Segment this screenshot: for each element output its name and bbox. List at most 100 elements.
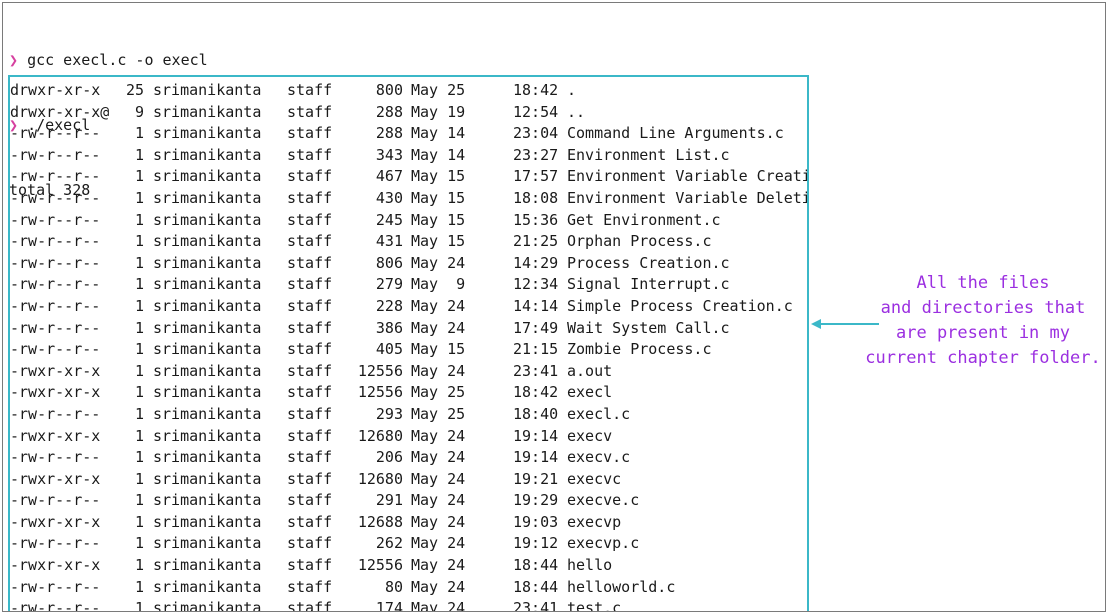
owner: srimanikanta: [153, 253, 262, 272]
group: staff: [287, 188, 333, 207]
prompt-chevron-icon: ❯: [9, 51, 19, 70]
permissions: -rw-r--r--: [10, 340, 101, 359]
link-count: 1: [134, 232, 144, 251]
modified-date: May 24: [411, 296, 466, 315]
modified-date: May 14: [411, 145, 466, 164]
listing-row: -rw-r--r-- 1 srimanikanta staff 806 May 24 14:…: [10, 253, 807, 275]
group: staff: [287, 210, 333, 229]
permissions: -rw-r--r--: [10, 188, 101, 207]
listing-row: -rw-r--r-- 1 srimanikanta staff 262 May 24 19:…: [10, 533, 807, 555]
owner: srimanikanta: [153, 577, 262, 596]
file-name: Get Environment.c: [567, 210, 721, 229]
file-name: execvc: [567, 469, 622, 488]
owner: srimanikanta: [153, 210, 262, 229]
owner: srimanikanta: [153, 599, 262, 612]
modified-date: May 14: [411, 124, 466, 143]
modified-date: May 15: [411, 232, 466, 251]
link-count: 1: [134, 296, 144, 315]
modified-time: 19:29: [513, 491, 559, 510]
listing-row: -rw-r--r-- 1 srimanikanta staff 430 May 15 18:…: [10, 188, 807, 210]
annotation-line: are present in my: [896, 323, 1070, 343]
owner: srimanikanta: [153, 448, 262, 467]
annotation-line: and directories that: [880, 298, 1086, 318]
group: staff: [287, 145, 333, 164]
permissions: -rw-r--r--: [10, 448, 101, 467]
group: staff: [287, 102, 333, 121]
modified-time: 19:03: [513, 512, 559, 531]
listing-row: -rw-r--r-- 1 srimanikanta staff 431 May 15 21:…: [10, 231, 807, 253]
modified-time: 21:15: [513, 340, 559, 359]
modified-date: May 24: [411, 491, 466, 510]
modified-date: May 15: [411, 340, 466, 359]
group: staff: [287, 448, 333, 467]
file-name: Wait System Call.c: [567, 318, 730, 337]
modified-date: May 25: [411, 383, 466, 402]
link-count: 1: [134, 167, 144, 186]
group: staff: [287, 124, 333, 143]
listing-highlight-box: drwxr-xr-x 25 srimanikanta staff 800 May 25 18…: [8, 75, 809, 612]
file-size: 806: [375, 253, 403, 272]
file-size: 293: [375, 404, 403, 423]
group: staff: [287, 491, 333, 510]
modified-date: May 24: [411, 512, 466, 531]
listing-row: -rw-r--r-- 1 srimanikanta staff 405 May 15 21:…: [10, 339, 807, 361]
listing-row: drwxr-xr-x@ 9 srimanikanta staff 288 May 19 12…: [10, 102, 807, 124]
owner: srimanikanta: [153, 232, 262, 251]
listing-row: -rwxr-xr-x 1 srimanikanta staff 12688 May 24 1…: [10, 512, 807, 534]
listing-row: -rw-r--r-- 1 srimanikanta staff 343 May 14 23:…: [10, 145, 807, 167]
modified-time: 23:41: [513, 599, 559, 612]
link-count: 1: [134, 253, 144, 272]
owner: srimanikanta: [153, 145, 262, 164]
link-count: 1: [134, 188, 144, 207]
file-name: .: [567, 81, 577, 99]
permissions: -rw-r--r--: [10, 404, 101, 423]
file-name: execl.c: [567, 404, 631, 423]
owner: srimanikanta: [153, 469, 262, 488]
file-size: 206: [375, 448, 403, 467]
link-count: 1: [134, 361, 144, 380]
modified-time: 12:34: [513, 275, 559, 294]
modified-date: May 24: [411, 556, 466, 575]
link-count: 1: [134, 577, 144, 596]
file-name: execv.c: [567, 448, 631, 467]
listing-row: drwxr-xr-x 25 srimanikanta staff 800 May 25 18…: [10, 80, 807, 102]
modified-time: 19:21: [513, 469, 559, 488]
owner: srimanikanta: [153, 556, 262, 575]
listing-row: -rw-r--r-- 1 srimanikanta staff 288 May 14 23:…: [10, 123, 807, 145]
file-name: Environment List.c: [567, 145, 730, 164]
group: staff: [287, 340, 333, 359]
file-name: Simple Process Creation.c: [567, 296, 793, 315]
group: staff: [287, 167, 333, 186]
permissions: -rw-r--r--: [10, 296, 101, 315]
owner: srimanikanta: [153, 361, 262, 380]
modified-date: May 15: [411, 167, 466, 186]
modified-date: May 15: [411, 188, 466, 207]
permissions: -rw-r--r--: [10, 167, 101, 186]
link-count: 1: [134, 145, 144, 164]
file-size: 174: [375, 599, 403, 612]
group: staff: [287, 318, 333, 337]
link-count: 1: [134, 275, 144, 294]
modified-time: 23:27: [513, 145, 559, 164]
permissions: -rwxr-xr-x: [10, 383, 101, 402]
owner: srimanikanta: [153, 124, 262, 143]
file-size: 343: [375, 145, 403, 164]
terminal-screenshot: ❯ gcc execl.c -o execl ❯ ./execl total 3…: [2, 2, 1106, 612]
permissions: -rwxr-xr-x: [10, 469, 101, 488]
link-count: 25: [125, 81, 144, 99]
owner: srimanikanta: [153, 102, 262, 121]
file-name: Environment Variable Deletion.c: [567, 188, 807, 207]
owner: srimanikanta: [153, 275, 262, 294]
file-name: a.out: [567, 361, 613, 380]
file-size: 405: [375, 340, 403, 359]
annotation-line: current chapter folder.: [865, 348, 1101, 368]
listing-row: -rw-r--r-- 1 srimanikanta staff 206 May 24 19:…: [10, 447, 807, 469]
owner: srimanikanta: [153, 534, 262, 553]
permissions: -rwxr-xr-x: [10, 556, 101, 575]
owner: srimanikanta: [153, 426, 262, 445]
permissions: -rwxr-xr-x: [10, 361, 101, 380]
directory-listing: drwxr-xr-x 25 srimanikanta staff 800 May 25 18…: [10, 80, 807, 612]
modified-time: 18:44: [513, 577, 559, 596]
listing-row: -rw-r--r-- 1 srimanikanta staff 293 May 25 18:…: [10, 404, 807, 426]
file-name: hello: [567, 556, 613, 575]
